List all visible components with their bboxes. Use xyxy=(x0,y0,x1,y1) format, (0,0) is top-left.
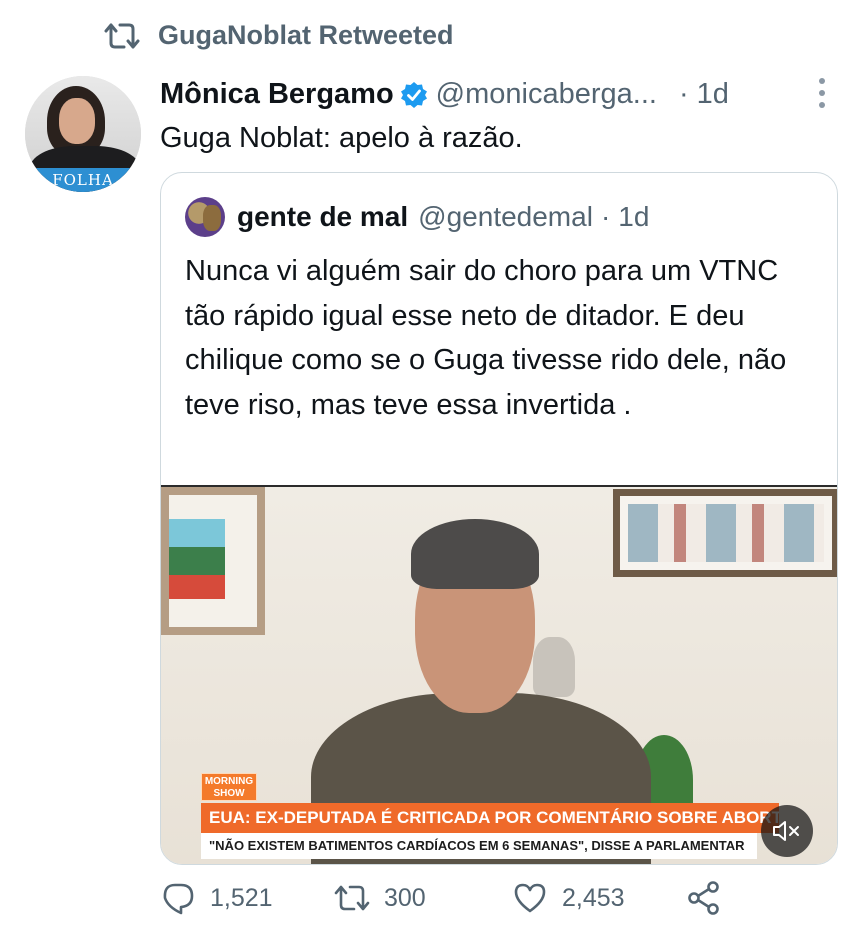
wall-painting-right xyxy=(613,489,837,577)
reply-button[interactable]: 1,521 xyxy=(160,880,273,916)
share-button[interactable] xyxy=(686,880,722,916)
tweet-actions: 1,521 300 2,453 xyxy=(160,880,760,930)
separator-dot: · xyxy=(600,201,611,232)
retweet-icon xyxy=(334,885,370,911)
avatar-badge-label: FOLHA xyxy=(25,168,141,192)
share-icon xyxy=(688,881,719,915)
quoted-tweet-card[interactable]: gente de mal @gentedemal · 1d Nunca vi a… xyxy=(160,172,838,865)
news-subheadline: "NÃO EXISTEM BATIMENTOS CARDÍACOS EM 6 S… xyxy=(201,833,757,859)
quoted-tweet-text: Nunca vi alguém sair do choro para um VT… xyxy=(185,255,787,421)
author-name[interactable]: Mônica Bergamo xyxy=(160,78,394,111)
author-avatar[interactable]: FOLHA xyxy=(25,76,141,192)
quoted-author-name: gente de mal xyxy=(237,201,409,232)
like-button[interactable]: 2,453 xyxy=(512,880,625,916)
unmute-button[interactable] xyxy=(761,805,813,857)
wall-painting-left xyxy=(161,487,265,635)
news-headline: EUA: EX-DEPUTADA É CRITICADA POR COMENTÁ… xyxy=(201,803,779,833)
video-player[interactable]: MORNING SHOW EUA: EX-DEPUTADA É CRITICAD… xyxy=(161,485,837,864)
tweet-text: Guga Noblat: apelo à razão. xyxy=(160,122,523,154)
quoted-author-avatar xyxy=(185,197,225,237)
reply-icon xyxy=(163,883,194,915)
quoted-author-handle: @gentedemal xyxy=(418,201,593,232)
retweet-context[interactable]: GugaNoblat Retweeted xyxy=(104,20,454,51)
show-logo: MORNING SHOW xyxy=(201,773,257,801)
speaker-muted-icon xyxy=(773,821,799,841)
separator-dot: · xyxy=(678,78,689,110)
like-count: 2,453 xyxy=(562,883,625,912)
quoted-tweet-timestamp: 1d xyxy=(618,201,650,232)
tweet-header: Mônica Bergamo @monicaberga... · 1d xyxy=(160,78,729,111)
tweet-timestamp[interactable]: 1d xyxy=(697,78,729,111)
retweet-count: 300 xyxy=(384,883,426,912)
author-handle[interactable]: @monicaberga... xyxy=(436,78,657,111)
reply-count: 1,521 xyxy=(210,883,273,912)
verified-badge-icon xyxy=(400,81,427,108)
retweet-button[interactable]: 300 xyxy=(334,880,426,916)
retweet-icon xyxy=(104,23,140,48)
quoted-tweet-header: gente de mal @gentedemal · 1d xyxy=(185,197,649,237)
heart-icon xyxy=(514,883,546,913)
more-options-icon[interactable] xyxy=(812,78,832,108)
retweeted-by-label[interactable]: GugaNoblat Retweeted xyxy=(158,20,454,51)
